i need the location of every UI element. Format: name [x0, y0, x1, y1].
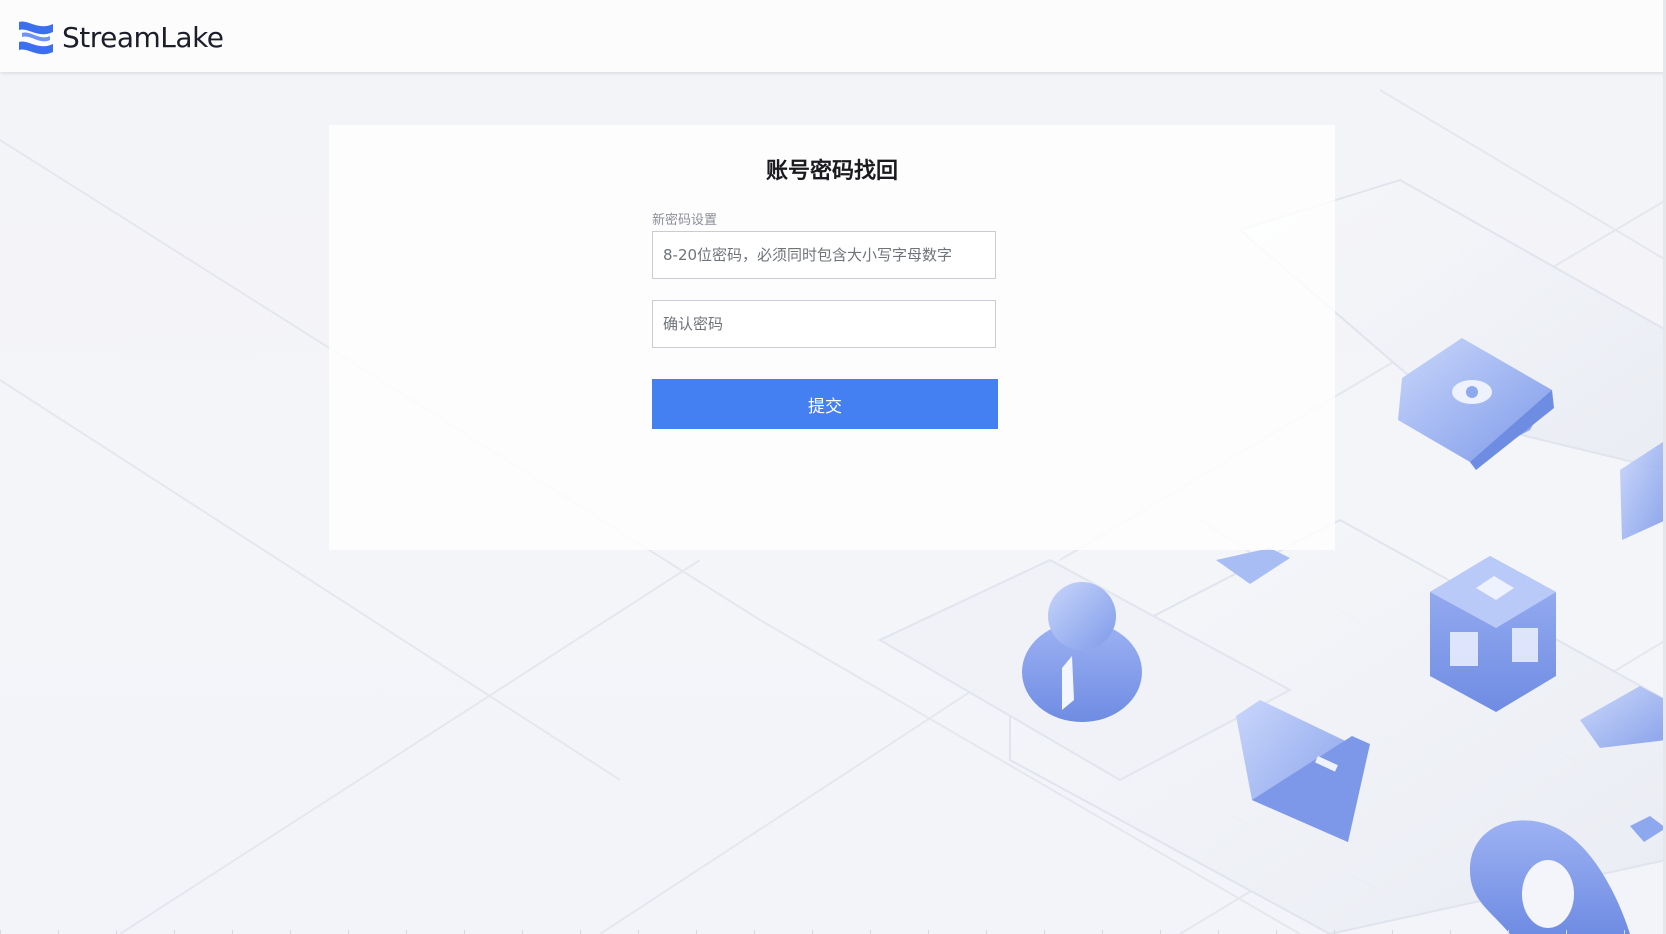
top-header: StreamLake — [0, 0, 1666, 72]
new-password-label: 新密码设置 — [652, 213, 718, 228]
page-title: 账号密码找回 — [765, 159, 898, 184]
bottom-edge — [0, 930, 1666, 934]
submit-button[interactable]: 提交 — [652, 379, 998, 429]
password-recovery-card: 账号密码找回 新密码设置 提交 — [329, 125, 1335, 550]
brand-logo[interactable]: StreamLake — [16, 18, 224, 56]
brand-name: StreamLake — [62, 20, 224, 54]
confirm-password-input[interactable] — [652, 300, 996, 348]
new-password-input[interactable] — [652, 231, 996, 279]
streamlake-logo-icon — [19, 21, 53, 55]
